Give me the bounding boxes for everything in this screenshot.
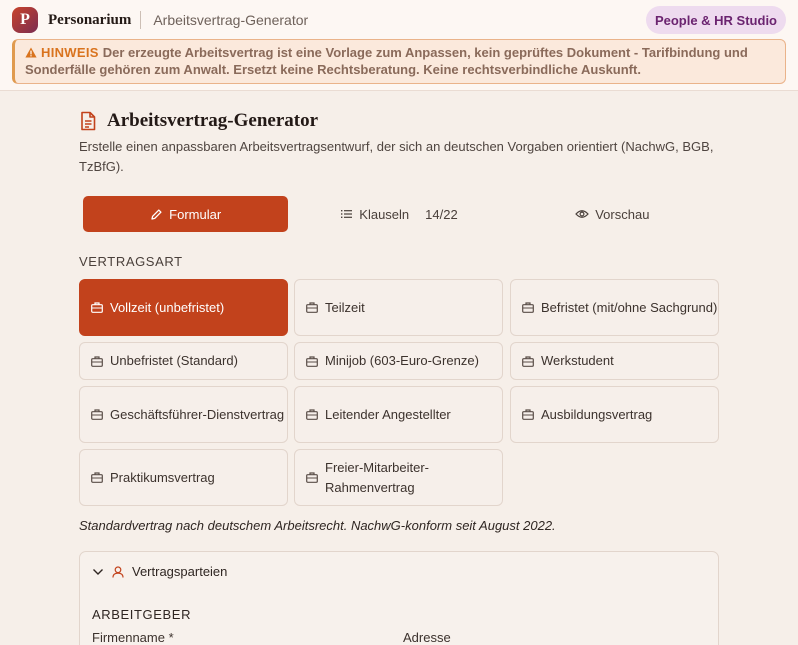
contract-type-label: Leitender Angestellter xyxy=(325,406,451,422)
page-title: Arbeitsvertrag-Generator xyxy=(107,110,319,131)
briefcase-icon xyxy=(91,409,103,420)
contract-type-heading: VERTRAGSART xyxy=(79,254,183,269)
parties-panel-title: Vertragsparteien xyxy=(132,564,228,579)
tab-klauseln-label: Klauseln xyxy=(359,206,410,222)
top-header: P Personarium Arbeitsvertrag-Generator P… xyxy=(0,0,798,91)
contract-type-label: Teilzeit xyxy=(325,299,365,315)
briefcase-icon xyxy=(306,472,318,483)
clause-count: 14/22 xyxy=(425,206,458,222)
brand[interactable]: P Personarium Arbeitsvertrag-Generator xyxy=(12,7,308,33)
contract-type-option[interactable]: Minijob (603-Euro-Grenze) xyxy=(294,342,503,380)
contract-type-option[interactable]: Ausbildungsvertrag xyxy=(510,386,719,443)
contract-type-label: Werkstudent xyxy=(541,353,614,369)
eye-icon xyxy=(575,210,590,218)
warning-icon xyxy=(25,47,37,58)
contract-type-label: Unbefristet (Standard) xyxy=(110,353,238,369)
view-tabs: Formular Klauseln 14/22 Vorschau xyxy=(83,196,715,232)
brand-name: Personarium xyxy=(48,11,132,28)
contract-type-option[interactable]: Freier-Mitarbeiter-Rahmenvertrag xyxy=(294,449,503,506)
contract-type-note: Standardvertrag nach deutschem Arbeitsre… xyxy=(79,518,556,533)
tab-formular-label: Formular xyxy=(169,206,222,222)
contract-type-label: Vollzeit (unbefristet) xyxy=(110,299,225,315)
briefcase-icon xyxy=(522,302,534,313)
contract-type-option[interactable]: Vollzeit (unbefristet) xyxy=(79,279,288,336)
disclaimer-banner: HINWEIS Der erzeugte Arbeitsvertrag ist e… xyxy=(12,39,786,84)
brand-logo: P xyxy=(12,7,38,33)
briefcase-icon xyxy=(306,355,318,367)
page-breadcrumb: Arbeitsvertrag-Generator xyxy=(153,12,309,28)
pencil-icon xyxy=(151,208,162,220)
contract-type-option[interactable]: Leitender Angestellter xyxy=(294,386,503,443)
contract-type-option[interactable]: Teilzeit xyxy=(294,279,503,336)
contract-type-label: Freier-Mitarbeiter-Rahmenvertrag xyxy=(325,460,430,495)
tab-vorschau-label: Vorschau xyxy=(595,206,650,222)
tab-vorschau[interactable]: Vorschau xyxy=(510,196,715,232)
user-icon xyxy=(112,565,124,578)
contract-type-option[interactable]: Werkstudent xyxy=(510,342,719,380)
address-label: Adresse xyxy=(403,630,451,645)
tab-formular[interactable]: Formular xyxy=(83,196,289,232)
briefcase-icon xyxy=(522,409,534,420)
employer-heading: ARBEITGEBER xyxy=(92,607,192,622)
warning-text: Der erzeugte Arbeitsvertrag ist eine Vor… xyxy=(25,45,748,77)
contract-type-option[interactable]: Praktikumsvertrag xyxy=(79,449,288,506)
contract-type-label: Befristet (mit/ohne Sachgrund) xyxy=(541,299,718,315)
contract-type-option[interactable]: Geschäftsführer-Dienstvertrag xyxy=(79,386,288,443)
contract-type-label: Ausbildungsvertrag xyxy=(541,406,653,422)
contract-type-option[interactable]: Befristet (mit/ohne Sachgrund) xyxy=(510,279,719,336)
briefcase-icon xyxy=(522,355,534,367)
warning-tag: HINWEIS xyxy=(41,45,99,60)
tab-klauseln[interactable]: Klauseln 14/22 xyxy=(296,196,501,232)
contract-type-label: Geschäftsführer-Dienstvertrag xyxy=(110,406,285,422)
parties-panel: Vertragsparteien ARBEITGEBER Firmenname … xyxy=(79,551,719,645)
briefcase-icon xyxy=(306,409,318,420)
studio-badge[interactable]: People & HR Studio xyxy=(645,6,786,34)
briefcase-icon xyxy=(91,302,103,313)
page-title-row: Arbeitsvertrag-Generator xyxy=(79,110,318,132)
briefcase-icon xyxy=(91,355,103,367)
briefcase-icon xyxy=(91,472,103,483)
briefcase-icon xyxy=(306,302,318,313)
contract-type-label: Minijob (603-Euro-Grenze) xyxy=(325,353,479,369)
contract-type-label: Praktikumsvertrag xyxy=(110,469,215,485)
chevron-down-icon xyxy=(93,568,103,575)
contract-type-option[interactable]: Unbefristet (Standard) xyxy=(79,342,288,380)
page-subtitle: Erstelle einen anpassbaren Arbeitsvertra… xyxy=(79,139,714,174)
parties-panel-header[interactable]: Vertragsparteien xyxy=(92,564,227,579)
company-name-label: Firmenname * xyxy=(92,630,174,645)
header-divider xyxy=(140,11,142,29)
document-icon xyxy=(81,111,96,131)
list-icon xyxy=(341,210,353,218)
